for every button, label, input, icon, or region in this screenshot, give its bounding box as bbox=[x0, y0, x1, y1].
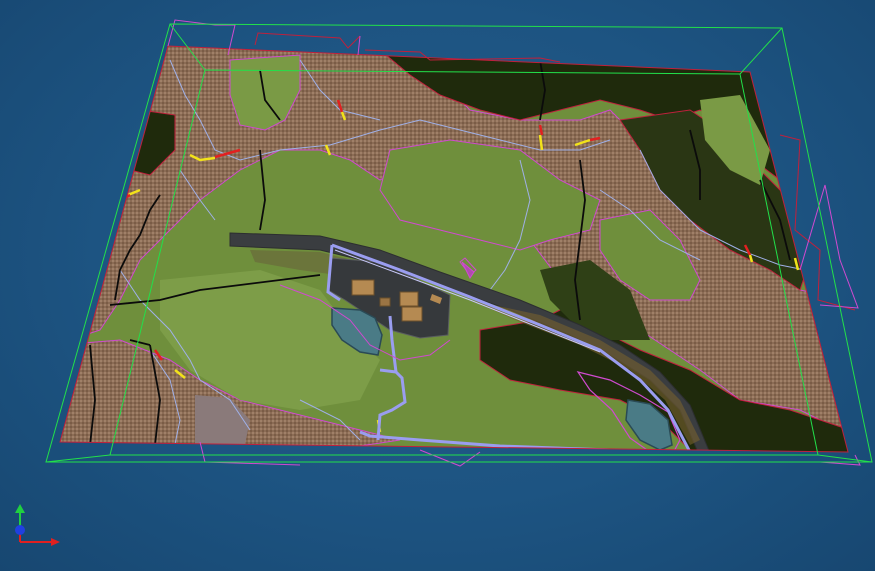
building-1 bbox=[351, 279, 375, 296]
building-2 bbox=[399, 291, 419, 307]
terrain-scene[interactable] bbox=[0, 0, 875, 571]
x-axis-arrow-icon bbox=[51, 538, 60, 546]
axis-gizmo bbox=[15, 504, 60, 546]
y-axis-arrow-icon bbox=[15, 504, 25, 513]
z-axis-dot-icon bbox=[15, 525, 25, 535]
building-4 bbox=[379, 297, 391, 307]
3d-viewport[interactable] bbox=[0, 0, 875, 571]
building-3 bbox=[401, 306, 423, 322]
